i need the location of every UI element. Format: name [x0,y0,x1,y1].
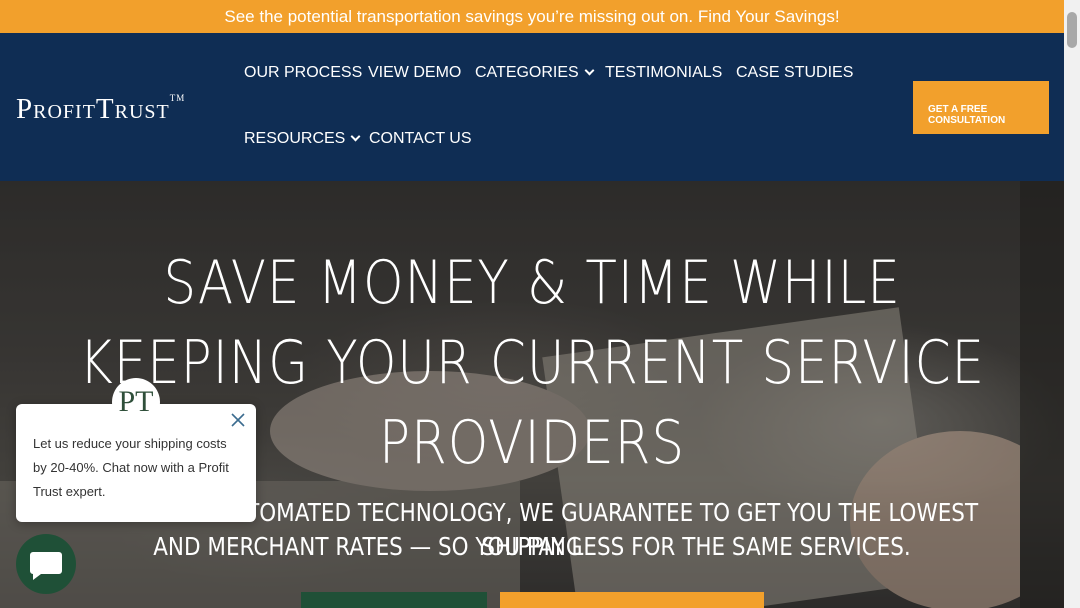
scrollbar-thumb[interactable] [1067,12,1077,48]
nav-testimonials[interactable]: TESTIMONIALS [605,64,722,82]
hero-secondary-button[interactable] [500,592,764,608]
chat-message: Let us reduce your shipping costs by 20-… [33,436,229,499]
close-icon[interactable] [230,412,246,428]
nav-our-process[interactable]: OUR PROCESS [244,64,362,82]
site-header: ProfitTrustTM OUR PROCESS VIEW DEMO CATE… [0,33,1064,181]
hero-title-line2: KEEPING YOUR CURRENT SERVICE [79,328,985,398]
chat-launcher-button[interactable] [16,534,76,594]
nav-contact-us[interactable]: CONTACT US [369,130,472,148]
chat-avatar: PT [112,378,160,426]
nav-view-demo[interactable]: VIEW DEMO [368,64,461,82]
free-consultation-button[interactable]: GET A FREE CONSULTATION [913,81,1049,134]
nav-label: OUR PROCESS [244,64,363,81]
nav-label: RESOURCES [244,130,346,147]
nav-resources[interactable]: RESOURCES [244,130,361,148]
nav-categories[interactable]: CATEGORIES [475,64,595,82]
hero-title-line1: SAVE MONEY & TIME WHILE [163,248,901,318]
chevron-down-icon [350,131,361,142]
logo-trademark: TM [169,93,186,103]
nav-label: TESTIMONIALS [605,64,723,81]
avatar-initials: PT [118,385,154,418]
hero-subtitle-line2: AND MERCHANT RATES — SO YOU PAY LESS FOR… [153,532,911,561]
promo-text[interactable]: See the potential transportation savings… [224,7,839,26]
hero-primary-button[interactable] [301,592,487,608]
cta-line2: CONSULTATION [928,115,1006,126]
nav-label: CATEGORIES [475,64,579,81]
hero-section: SAVE MONEY & TIME WHILE KEEPING YOUR CUR… [0,181,1064,608]
cta-line1: GET A FREE [928,104,988,115]
nav-label: CASE STUDIES [736,64,854,81]
page-scrollbar[interactable] [1064,0,1080,608]
nav-case-studies[interactable]: CASE STUDIES [736,64,853,82]
chat-bubble-icon [30,552,62,580]
chevron-down-icon [584,65,595,76]
promo-banner[interactable]: See the potential transportation savings… [0,0,1064,33]
site-logo[interactable]: ProfitTrustTM [16,93,185,126]
sleeve-shape [1020,181,1064,608]
logo-text: ProfitTrust [16,93,170,125]
nav-label: VIEW DEMO [368,64,462,81]
nav-label: CONTACT US [369,130,472,147]
